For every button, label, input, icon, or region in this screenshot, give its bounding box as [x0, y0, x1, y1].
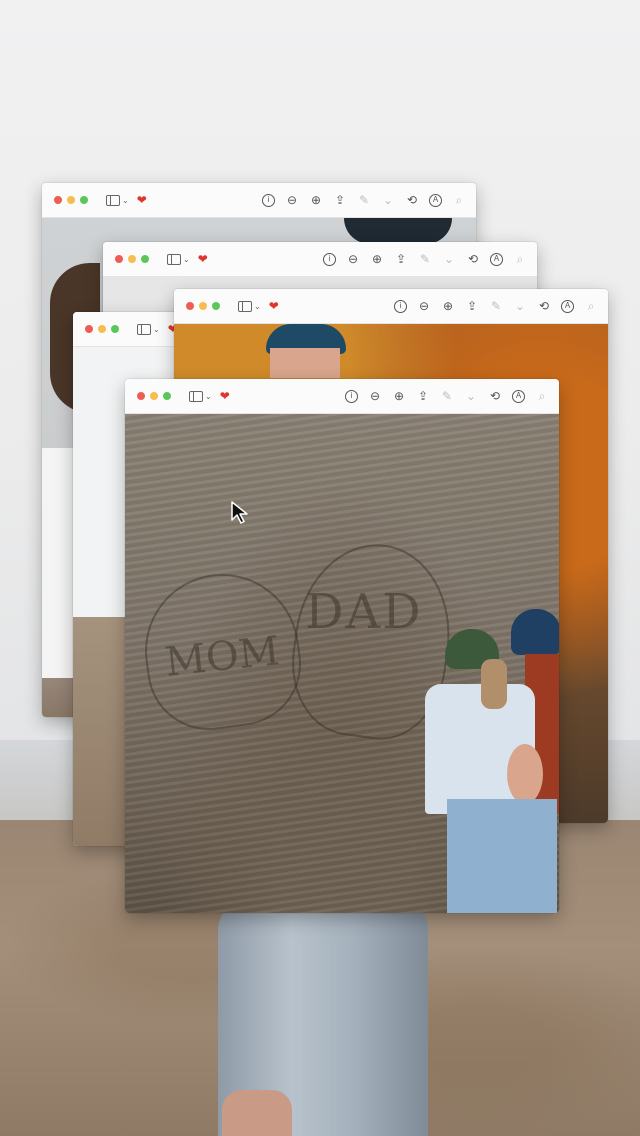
heart-icon[interactable]: ❤ [137, 194, 147, 206]
maximize-button[interactable] [163, 392, 171, 400]
sidebar-toggle-button[interactable]: ⌄ [189, 390, 212, 402]
zoom-in-icon[interactable]: ⊕ [392, 390, 406, 402]
heart-icon[interactable]: ❤ [220, 390, 230, 402]
minimize-button[interactable] [67, 196, 75, 204]
share-icon[interactable]: ⇪ [416, 390, 430, 402]
preview-window-front[interactable]: ⌄ ❤ i ⊖ ⊕ ⇪ ✎ ⌄ ⟲ A ⌕ DAD MOM [125, 379, 559, 913]
annotate-icon[interactable]: A [512, 389, 525, 403]
close-button[interactable] [137, 392, 145, 400]
toolbar-tools: i ⊖ ⊕ ⇪ ✎ ⌄ ⟲ A ⌕ [345, 389, 549, 403]
maximize-button[interactable] [141, 255, 149, 263]
zoom-in-icon[interactable]: ⊕ [441, 300, 455, 312]
zoom-out-icon[interactable]: ⊖ [346, 253, 360, 265]
maximize-button[interactable] [212, 302, 220, 310]
minimize-button[interactable] [150, 392, 158, 400]
sidebar-icon [189, 390, 203, 402]
close-button[interactable] [85, 325, 93, 333]
sidebar-toggle-button[interactable]: ⌄ [137, 323, 160, 335]
chevron-down-icon: ⌄ [205, 391, 212, 401]
rotate-icon[interactable]: ⟲ [466, 253, 480, 265]
sidebar-toggle-button[interactable]: ⌄ [238, 300, 261, 312]
search-icon[interactable]: ⌕ [513, 253, 527, 265]
share-icon[interactable]: ⇪ [333, 194, 347, 206]
search-icon[interactable]: ⌕ [535, 390, 549, 402]
chevron-down-icon: ⌄ [122, 195, 129, 205]
minimize-button[interactable] [128, 255, 136, 263]
minimize-button[interactable] [98, 325, 106, 333]
chevron-down-icon: ⌄ [153, 324, 160, 334]
chevron-down-icon[interactable]: ⌄ [464, 390, 478, 402]
rotate-icon[interactable]: ⟲ [488, 390, 502, 402]
chevron-down-icon[interactable]: ⌄ [381, 194, 395, 206]
toolbar-tools: i ⊖ ⊕ ⇪ ✎ ⌄ ⟲ A ⌕ [262, 193, 466, 207]
zoom-out-icon[interactable]: ⊖ [368, 390, 382, 402]
markup-pen-icon[interactable]: ✎ [418, 253, 432, 265]
traffic-lights [85, 325, 119, 333]
minimize-button[interactable] [199, 302, 207, 310]
annotate-icon[interactable]: A [429, 193, 442, 207]
photo-beanie [344, 218, 452, 244]
markup-pen-icon[interactable]: ✎ [357, 194, 371, 206]
annotate-icon[interactable]: A [561, 299, 574, 313]
window-toolbar: ⌄ ❤ i ⊖ ⊕ ⇪ ✎ ⌄ ⟲ A ⌕ [42, 183, 476, 218]
markup-pen-icon[interactable]: ✎ [489, 300, 503, 312]
carved-text-dad: DAD [305, 584, 423, 640]
markup-pen-icon[interactable]: ✎ [440, 390, 454, 402]
maximize-button[interactable] [111, 325, 119, 333]
sidebar-icon [238, 300, 252, 312]
close-button[interactable] [54, 196, 62, 204]
heart-icon[interactable]: ❤ [198, 253, 208, 265]
photo-man-beanie [511, 609, 559, 655]
traffic-lights [137, 392, 171, 400]
photo-belly [507, 744, 543, 804]
annotate-icon[interactable]: A [490, 252, 503, 266]
info-icon[interactable]: i [394, 299, 407, 313]
image-canvas: DAD MOM [125, 414, 559, 913]
share-icon[interactable]: ⇪ [465, 300, 479, 312]
sidebar-icon [106, 194, 120, 206]
search-icon[interactable]: ⌕ [584, 300, 598, 312]
window-toolbar: ⌄ ❤ i ⊖ ⊕ ⇪ ✎ ⌄ ⟲ A ⌕ [103, 242, 537, 277]
info-icon[interactable]: i [262, 193, 275, 207]
close-button[interactable] [115, 255, 123, 263]
info-icon[interactable]: i [323, 252, 336, 266]
chevron-down-icon: ⌄ [254, 301, 261, 311]
photo-jeans [447, 799, 557, 913]
heart-icon[interactable]: ❤ [269, 300, 279, 312]
traffic-lights [54, 196, 88, 204]
sidebar-toggle-button[interactable]: ⌄ [106, 194, 129, 206]
background-leg [222, 1090, 292, 1136]
chevron-down-icon: ⌄ [183, 254, 190, 264]
rotate-icon[interactable]: ⟲ [405, 194, 419, 206]
zoom-in-icon[interactable]: ⊕ [309, 194, 323, 206]
photo-woman-hair [481, 659, 507, 709]
zoom-out-icon[interactable]: ⊖ [285, 194, 299, 206]
zoom-out-icon[interactable]: ⊖ [417, 300, 431, 312]
zoom-in-icon[interactable]: ⊕ [370, 253, 384, 265]
sidebar-icon [137, 323, 151, 335]
mouse-cursor-icon [231, 501, 248, 524]
window-toolbar: ⌄ ❤ i ⊖ ⊕ ⇪ ✎ ⌄ ⟲ A ⌕ [125, 379, 559, 414]
toolbar-tools: i ⊖ ⊕ ⇪ ✎ ⌄ ⟲ A ⌕ [323, 252, 527, 266]
info-icon[interactable]: i [345, 389, 358, 403]
chevron-down-icon[interactable]: ⌄ [442, 253, 456, 265]
traffic-lights [186, 302, 220, 310]
close-button[interactable] [186, 302, 194, 310]
rotate-icon[interactable]: ⟲ [537, 300, 551, 312]
sidebar-toggle-button[interactable]: ⌄ [167, 253, 190, 265]
sidebar-icon [167, 253, 181, 265]
chevron-down-icon[interactable]: ⌄ [513, 300, 527, 312]
photo-face [270, 348, 340, 378]
toolbar-tools: i ⊖ ⊕ ⇪ ✎ ⌄ ⟲ A ⌕ [394, 299, 598, 313]
maximize-button[interactable] [80, 196, 88, 204]
window-toolbar: ⌄ ❤ i ⊖ ⊕ ⇪ ✎ ⌄ ⟲ A ⌕ [174, 289, 608, 324]
photo-shirt [42, 448, 74, 678]
traffic-lights [115, 255, 149, 263]
search-icon[interactable]: ⌕ [452, 194, 466, 206]
share-icon[interactable]: ⇪ [394, 253, 408, 265]
